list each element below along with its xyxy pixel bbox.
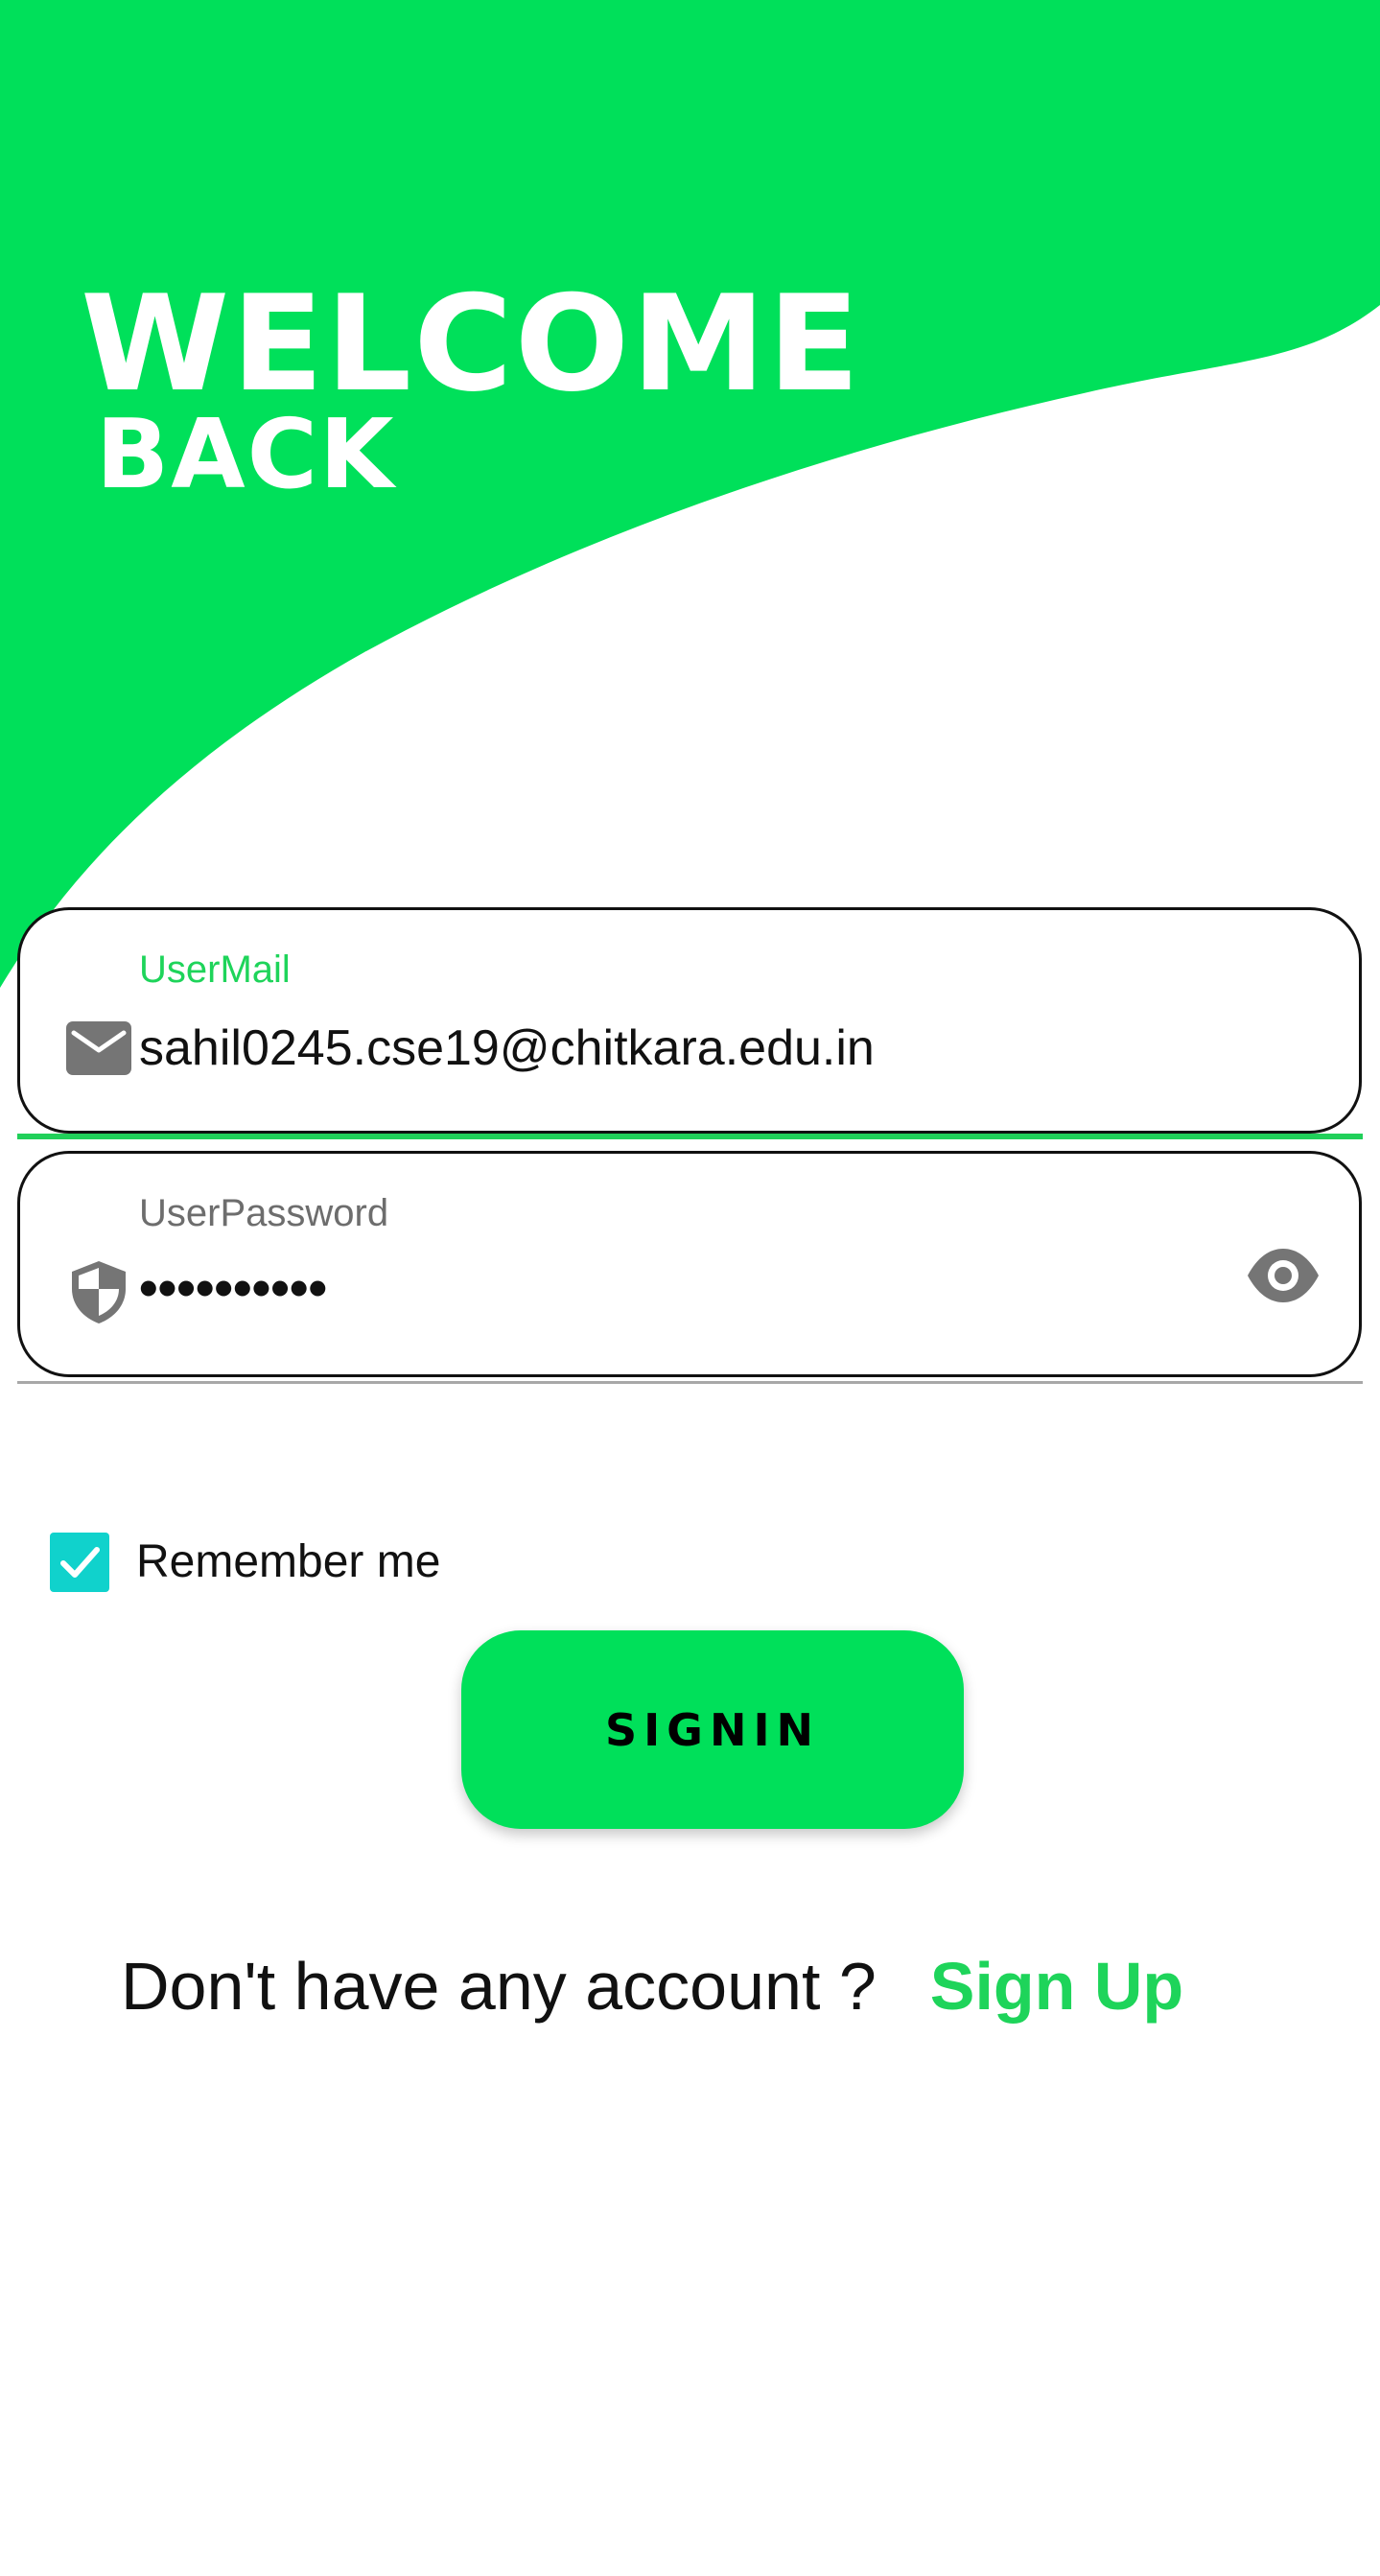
remember-me-label: Remember me [136,1536,441,1587]
email-input[interactable]: sahil0245.cse19@chitkara.edu.in [139,1023,875,1073]
email-field-focus-underline [17,1134,1363,1139]
email-field-label: UserMail [139,948,291,991]
shield-icon [64,1257,133,1326]
email-field[interactable]: UserMail sahil0245.cse19@chitkara.edu.in [17,907,1362,1134]
eye-icon[interactable] [1244,1236,1322,1315]
remember-me-row[interactable]: Remember me [50,1531,440,1594]
signup-link[interactable]: Sign Up [930,1953,1183,2020]
signin-button[interactable]: SIGNIN [461,1630,964,1829]
no-account-text: Don't have any account ? [121,1949,877,2024]
signup-prompt: Don't have any account ? Sign Up [121,1953,1183,2020]
password-field-underline [17,1381,1363,1384]
password-input[interactable]: •••••••••• [139,1261,327,1315]
welcome-heading-line2: BACK [96,398,396,510]
email-icon [64,1014,133,1083]
welcome-heading: WELCOME BACK [81,278,860,510]
password-field-label: UserPassword [139,1192,389,1234]
password-field[interactable]: UserPassword •••••••••• [17,1151,1362,1377]
checkmark-icon [60,1547,100,1578]
remember-me-checkbox[interactable] [50,1533,109,1592]
welcome-heading-line1: WELCOME [81,267,862,421]
